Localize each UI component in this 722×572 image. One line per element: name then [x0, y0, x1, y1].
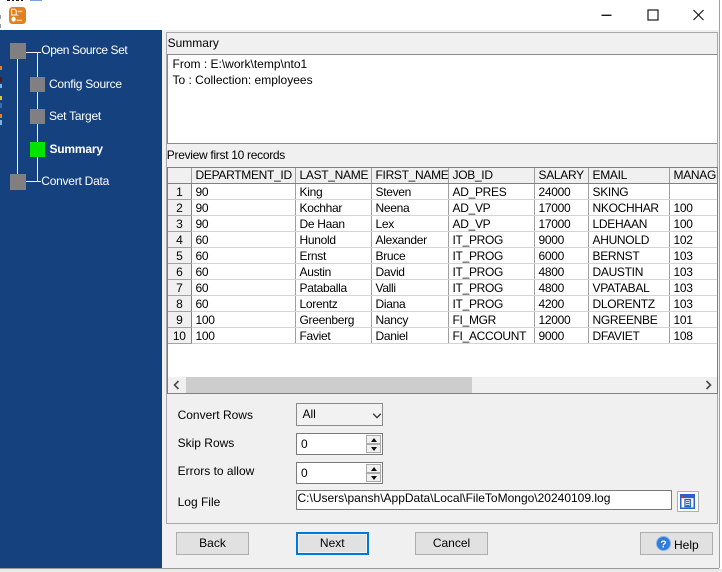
- svg-text:?: ?: [660, 538, 666, 550]
